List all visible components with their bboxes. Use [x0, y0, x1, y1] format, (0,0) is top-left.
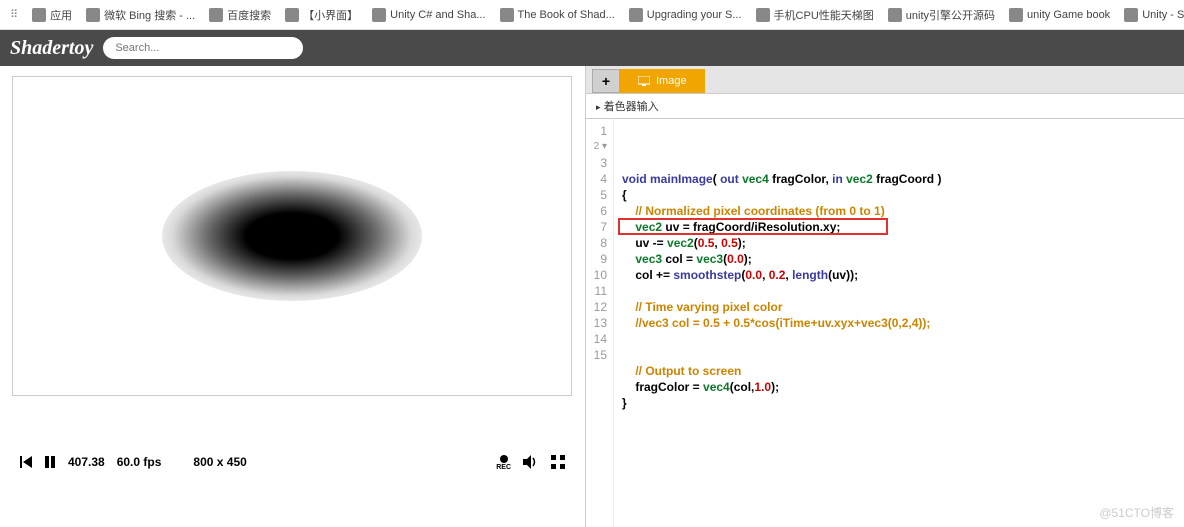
favicon-icon [888, 8, 902, 22]
favicon-icon [285, 8, 299, 22]
code-line[interactable]: col += smoothstep(0.0, 0.2, length(uv)); [622, 267, 941, 283]
add-tab-button[interactable]: + [592, 69, 620, 93]
editor-header-label: 着色器输入 [604, 101, 659, 113]
player-controls: 407.38 60.0 fps 800 x 450 REC [12, 446, 573, 478]
favicon-icon [629, 8, 643, 22]
fps-display: 60.0 fps [117, 455, 162, 469]
favicon-icon [500, 8, 514, 22]
bookmark-item[interactable]: 百度搜索 [209, 7, 271, 23]
code-line[interactable]: vec2 uv = fragCoord/iResolution.xy; [622, 219, 941, 235]
bookmark-label: 百度搜索 [227, 7, 271, 23]
bookmark-label: unity引擎公开源码 [906, 7, 995, 23]
bookmark-item[interactable]: Unity C# and Sha... [372, 8, 485, 22]
bookmark-label: 【小界面】 [303, 7, 358, 23]
code-line[interactable]: //vec3 col = 0.5 + 0.5*cos(iTime+uv.xyx+… [622, 315, 941, 331]
tab-bar: + Image [586, 66, 1184, 94]
favicon-icon [1124, 8, 1138, 22]
code-line[interactable] [622, 283, 941, 299]
rewind-button[interactable] [20, 456, 32, 468]
favicon-icon [756, 8, 770, 22]
shader-canvas[interactable] [12, 76, 572, 396]
code-line[interactable]: vec3 col = vec3(0.0); [622, 251, 941, 267]
favicon-icon [209, 8, 223, 22]
bookmark-item[interactable]: unity Game book [1009, 8, 1110, 22]
code-line[interactable]: } [622, 395, 941, 411]
bookmark-label: 微软 Bing 搜索 - ... [104, 7, 195, 23]
code-line[interactable]: // Output to screen [622, 363, 941, 379]
record-button[interactable]: REC [496, 454, 511, 471]
favicon-icon [32, 8, 46, 22]
volume-button[interactable] [523, 455, 539, 469]
editor-header[interactable]: ▸ 着色器输入 [586, 94, 1184, 119]
code-line[interactable] [622, 347, 941, 363]
logo[interactable]: Shadertoy [10, 37, 93, 60]
code-line[interactable]: fragColor = vec4(col,1.0); [622, 379, 941, 395]
favicon-icon [86, 8, 100, 22]
resolution-display: 800 x 450 [193, 455, 246, 469]
bookmark-label: 应用 [50, 7, 72, 23]
bookmark-label: unity Game book [1027, 9, 1110, 21]
favicon-icon [1009, 8, 1023, 22]
bookmark-item[interactable]: 应用 [32, 7, 72, 23]
favicon-icon [372, 8, 386, 22]
bookmark-item[interactable]: unity引擎公开源码 [888, 7, 995, 23]
bookmark-item[interactable]: 【小界面】 [285, 7, 358, 23]
code-line[interactable]: // Normalized pixel coordinates (from 0 … [622, 203, 941, 219]
main-content: 407.38 60.0 fps 800 x 450 REC + Image ▸ [0, 66, 1184, 527]
monitor-icon [638, 76, 650, 86]
time-display: 407.38 [68, 455, 105, 469]
code-line[interactable]: uv -= vec2(0.5, 0.5); [622, 235, 941, 251]
editor-pane: + Image ▸ 着色器输入 12 ▾3456789101112131415 … [585, 66, 1184, 527]
bookmark-item[interactable]: Unity - Scripting... [1124, 8, 1184, 22]
line-numbers: 12 ▾3456789101112131415 [586, 119, 614, 527]
fullscreen-button[interactable] [551, 455, 565, 469]
code-editor[interactable]: 12 ▾3456789101112131415 void mainImage( … [586, 119, 1184, 527]
preview-pane: 407.38 60.0 fps 800 x 450 REC [0, 66, 585, 527]
code-body[interactable]: void mainImage( out vec4 fragColor, in v… [614, 119, 949, 527]
watermark: @51CTO博客 [1099, 504, 1174, 521]
bookmarks-bar: ⠿应用微软 Bing 搜索 - ...百度搜索【小界面】Unity C# and… [0, 0, 1184, 30]
bookmark-label: Unity - Scripting... [1142, 9, 1184, 21]
tab-image[interactable]: Image [620, 69, 705, 93]
site-header: Shadertoy [0, 30, 1184, 66]
code-line[interactable]: void mainImage( out vec4 fragColor, in v… [622, 171, 941, 187]
bookmark-item[interactable]: The Book of Shad... [500, 8, 615, 22]
bookmark-item[interactable]: 手机CPU性能天梯图 [756, 7, 874, 23]
code-line[interactable]: // Time varying pixel color [622, 299, 941, 315]
code-line[interactable]: { [622, 187, 941, 203]
bookmark-item[interactable]: 微软 Bing 搜索 - ... [86, 7, 195, 23]
code-line[interactable] [622, 331, 941, 347]
chevron-right-icon: ▸ [596, 102, 601, 112]
bookmark-label: The Book of Shad... [518, 9, 615, 21]
bookmark-item[interactable]: Upgrading your S... [629, 8, 742, 22]
tab-label: Image [656, 75, 687, 87]
pause-button[interactable] [44, 456, 56, 468]
search-input[interactable] [103, 37, 303, 59]
bookmark-label: Unity C# and Sha... [390, 9, 485, 21]
rendered-output [162, 171, 422, 301]
bookmark-label: Upgrading your S... [647, 9, 742, 21]
bookmark-label: 手机CPU性能天梯图 [774, 7, 874, 23]
